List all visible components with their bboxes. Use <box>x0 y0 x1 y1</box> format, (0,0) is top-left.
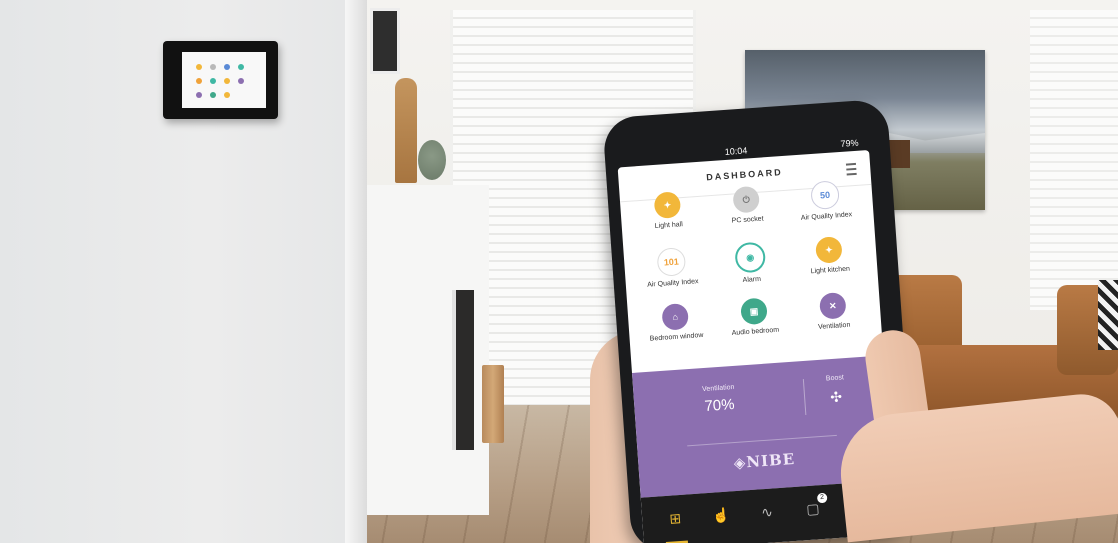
bulb-icon: ✦ <box>653 191 682 220</box>
air-quality-icon: 50 <box>810 180 841 211</box>
panel-dot <box>238 64 244 70</box>
tile-label: PC socket <box>731 215 764 225</box>
tile-alarm[interactable]: ◉ Alarm <box>712 240 789 287</box>
window-icon: ⌂ <box>661 302 690 331</box>
speaker-icon: ▣ <box>740 297 768 326</box>
dashboard-icon[interactable]: ⊞ <box>664 507 687 530</box>
panel-dot <box>196 78 202 84</box>
window-blinds-right <box>1030 10 1118 310</box>
boost-fan-icon[interactable]: ✣ <box>825 386 846 407</box>
tile-light-kitchen[interactable]: ✦ Light kitchen <box>791 234 867 277</box>
tile-label: Light kitchen <box>810 265 851 276</box>
air-quality-icon: 101 <box>656 247 687 277</box>
device-grid: ✦ Light hall ⏻ PC socket 50 Air Quality … <box>620 180 883 371</box>
wood-basket <box>482 365 504 443</box>
bulb-icon: ✦ <box>815 236 843 264</box>
tile-label: Alarm <box>742 275 762 285</box>
ventilation-label: Ventilation <box>701 383 735 394</box>
panel-dot <box>196 92 202 98</box>
panel-dot <box>224 64 230 70</box>
divider <box>687 434 837 447</box>
panel-dot <box>210 92 216 98</box>
tile-bedroom-window[interactable]: ⌂ Bedroom window <box>637 301 713 344</box>
socket-icon: ⏻ <box>732 185 761 214</box>
tile-ventilation[interactable]: ✕ Ventilation <box>795 290 871 333</box>
wall-frame <box>370 8 400 74</box>
plant <box>418 140 446 180</box>
logo-text: NIBE <box>745 449 796 472</box>
tile-air-quality-1[interactable]: 50 Air Quality Index <box>787 179 864 224</box>
fan-icon: ✕ <box>818 291 847 320</box>
tile-label: Bedroom window <box>649 331 704 343</box>
tile-label: Audio bedroom <box>731 326 780 337</box>
tile-label: Ventilation <box>817 321 851 331</box>
panel-dot <box>210 64 216 70</box>
status-time: 10:04 <box>724 145 748 157</box>
wall-edge <box>345 0 367 543</box>
tile-air-quality-2[interactable]: 101 Air Quality Index <box>633 245 710 290</box>
notification-icon[interactable]: ▢ 2 <box>801 492 828 520</box>
photo-scene: 10:04 79% DASHBOARD ✦ Light hall ⏻ PC so… <box>0 0 1118 543</box>
tile-audio-bedroom[interactable]: ▣ Audio bedroom <box>716 296 792 339</box>
fireplace-opening <box>452 290 474 450</box>
panel-dot <box>196 64 202 70</box>
hamburger-menu-icon[interactable] <box>845 162 857 176</box>
panel-dot <box>238 78 244 84</box>
status-battery: 79% <box>840 137 859 149</box>
alarm-icon: ◉ <box>734 241 767 274</box>
panel-dot <box>210 78 216 84</box>
kokeshi-doll <box>395 78 417 183</box>
tile-label: Air Quality Index <box>646 278 699 289</box>
chart-icon[interactable]: ∿ <box>755 500 778 523</box>
notification-badge: 2 <box>816 492 828 504</box>
tile-light-hall[interactable]: ✦ Light hall <box>630 190 706 233</box>
divider <box>802 379 807 416</box>
tile-label: Air Quality Index <box>800 211 853 222</box>
boost-label: Boost <box>825 374 845 383</box>
ventilation-value: 70% <box>703 395 736 416</box>
panel-dot <box>224 78 230 84</box>
tile-label: Light hall <box>654 221 684 231</box>
touch-icon[interactable]: ☝ <box>709 503 732 526</box>
patterned-pillow <box>1098 280 1118 350</box>
tile-pc-socket[interactable]: ⏻ PC socket <box>708 184 784 227</box>
wall-panel-screen <box>182 52 266 108</box>
panel-dot <box>224 92 230 98</box>
